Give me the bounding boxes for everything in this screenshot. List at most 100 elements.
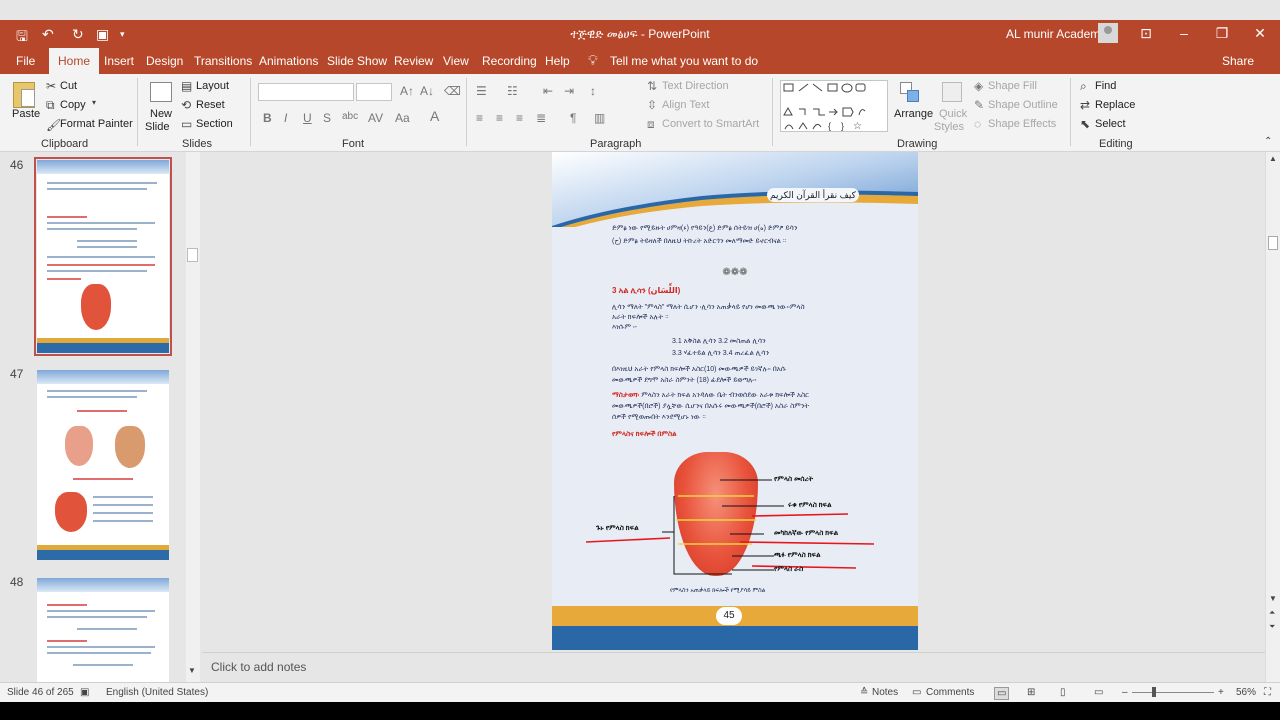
restore-icon[interactable]: ❐	[1212, 25, 1232, 42]
zoom-in-icon[interactable]: +	[1218, 687, 1224, 698]
scroll-down-icon[interactable]: ▼	[1269, 594, 1277, 603]
tab-animations[interactable]: Animations	[259, 54, 318, 68]
font-size-combo[interactable]	[356, 83, 392, 101]
tab-slide-show[interactable]: Slide Show	[327, 54, 387, 68]
scroll-up-icon[interactable]: ▲	[1269, 154, 1277, 163]
notes-placeholder[interactable]: Click to add notes	[211, 660, 306, 674]
text-direction-button[interactable]: Text Direction	[662, 80, 729, 92]
font-color-icon[interactable]: A	[430, 108, 439, 124]
thumbnail-scrollbar[interactable]: ▼	[186, 152, 200, 682]
shape-effects-button[interactable]: Shape Effects	[988, 118, 1056, 130]
normal-view-icon[interactable]: ▭	[994, 687, 1010, 700]
quick-styles-button-line2[interactable]: Styles	[934, 121, 964, 133]
increase-indent-icon[interactable]: ⇥	[564, 84, 574, 98]
layout-button[interactable]: Layout	[196, 80, 229, 92]
tab-recording[interactable]: Recording	[482, 54, 537, 68]
columns-icon[interactable]: ▥	[594, 111, 605, 125]
align-right-icon[interactable]: ≡	[516, 111, 523, 125]
justify-icon[interactable]: ≣	[536, 111, 546, 125]
increase-font-icon[interactable]: A↑	[400, 84, 414, 98]
paste-icon[interactable]	[13, 82, 35, 108]
align-text-button[interactable]: Align Text	[662, 99, 710, 111]
tab-insert[interactable]: Insert	[104, 54, 134, 68]
select-button[interactable]: Select	[1095, 118, 1126, 130]
font-name-combo[interactable]	[258, 83, 354, 101]
bullets-icon[interactable]: ☰	[476, 84, 487, 98]
previous-slide-icon[interactable]: ⏶	[1269, 608, 1275, 618]
new-slide-icon[interactable]	[150, 82, 172, 102]
next-slide-icon[interactable]: ⏷	[1269, 622, 1275, 632]
align-left-icon[interactable]: ≡	[476, 111, 483, 125]
strikethrough-icon[interactable]: S	[323, 111, 331, 125]
avatar[interactable]	[1098, 23, 1118, 43]
share-button[interactable]: Share	[1222, 54, 1254, 68]
underline-icon[interactable]: U	[303, 111, 312, 125]
arrange-icon[interactable]	[900, 82, 920, 104]
zoom-out-icon[interactable]: –	[1122, 687, 1128, 698]
language-indicator[interactable]: English (United States)	[106, 687, 208, 698]
slide-scrollbar[interactable]: ▲ ▼ ⏶ ⏷	[1265, 152, 1280, 682]
slide-thumbnail-47[interactable]	[37, 370, 169, 560]
slide-thumbnail-48[interactable]	[37, 578, 169, 682]
shape-fill-button[interactable]: Shape Fill	[988, 80, 1037, 92]
change-case-icon[interactable]: Aa	[395, 111, 410, 125]
numbering-icon[interactable]: ☷	[507, 84, 518, 98]
char-spacing-alt-icon[interactable]: AV	[368, 111, 383, 125]
new-slide-button[interactable]: New	[150, 108, 172, 120]
ribbon-display-icon[interactable]: ⊡	[1136, 25, 1156, 42]
thumbnail-scroll-thumb[interactable]	[187, 248, 198, 262]
shape-outline-button[interactable]: Shape Outline	[988, 99, 1058, 111]
zoom-level[interactable]: 56%	[1236, 687, 1256, 698]
italic-icon[interactable]: I	[284, 111, 287, 125]
reading-view-icon[interactable]: ▯	[1060, 687, 1066, 698]
tab-file[interactable]: File	[16, 54, 35, 68]
line-spacing-icon[interactable]: ↕	[590, 84, 596, 98]
tell-me-search[interactable]: Tell me what you want to do	[610, 54, 758, 68]
paste-button[interactable]: Paste	[12, 108, 40, 120]
format-painter-button[interactable]: Format Painter	[60, 118, 133, 130]
copy-button[interactable]: Copy	[60, 99, 86, 111]
clear-formatting-icon[interactable]: ⌫	[444, 84, 461, 98]
new-slide-button-line2[interactable]: Slide	[145, 121, 169, 133]
replace-button[interactable]: Replace	[1095, 99, 1135, 111]
notes-button[interactable]: Notes	[872, 687, 898, 698]
tab-view[interactable]: View	[443, 54, 469, 68]
scroll-down-icon[interactable]: ▼	[188, 666, 196, 675]
collapse-ribbon-icon[interactable]: ⌃	[1264, 136, 1272, 147]
decrease-font-icon[interactable]: A↓	[420, 84, 434, 98]
section-button[interactable]: Section	[196, 118, 233, 130]
user-name[interactable]: AL munir Academy	[1006, 27, 1106, 41]
char-spacing-icon[interactable]: abc	[342, 111, 358, 122]
close-icon[interactable]: ✕	[1250, 25, 1270, 42]
arrange-button[interactable]: Arrange	[894, 108, 933, 120]
minimize-icon[interactable]: –	[1174, 25, 1194, 41]
spell-check-icon[interactable]: ▣	[80, 687, 89, 698]
quick-styles-button[interactable]: Quick	[939, 108, 967, 120]
tab-help[interactable]: Help	[545, 54, 570, 68]
tab-review[interactable]: Review	[394, 54, 433, 68]
zoom-slider-thumb[interactable]	[1152, 687, 1156, 697]
decrease-indent-icon[interactable]: ⇤	[543, 84, 553, 98]
slide-scroll-thumb[interactable]	[1268, 236, 1278, 250]
align-center-icon[interactable]: ≡	[496, 111, 503, 125]
tab-transitions[interactable]: Transitions	[194, 54, 252, 68]
slide-thumbnail-46[interactable]	[34, 157, 172, 356]
zoom-slider[interactable]	[1132, 692, 1214, 693]
tab-home[interactable]: Home	[49, 48, 100, 74]
current-slide[interactable]: كيف نقرأ القرآن الكريم ድምፅ ነው የሚይዙት ሀምዛ(…	[552, 152, 918, 650]
notes-pane[interactable]: Click to add notes	[202, 652, 1265, 682]
slide-sorter-icon[interactable]: ⊞	[1027, 687, 1035, 698]
reset-button[interactable]: Reset	[196, 99, 225, 111]
rtl-icon[interactable]: ¶	[570, 111, 576, 125]
fit-to-window-icon[interactable]: ⛶	[1264, 687, 1271, 698]
quick-styles-icon[interactable]	[942, 82, 962, 102]
comments-button[interactable]: Comments	[926, 687, 974, 698]
tab-design[interactable]: Design	[146, 54, 183, 68]
shapes-gallery[interactable]: { } ☆	[780, 80, 888, 132]
bold-icon[interactable]: B	[263, 111, 272, 125]
slideshow-view-icon[interactable]: ▭	[1094, 687, 1103, 698]
copy-dropdown-icon[interactable]: ▾	[92, 98, 96, 107]
cut-button[interactable]: Cut	[60, 80, 77, 92]
convert-smartart-button[interactable]: Convert to SmartArt	[662, 118, 759, 130]
find-button[interactable]: Find	[1095, 80, 1116, 92]
